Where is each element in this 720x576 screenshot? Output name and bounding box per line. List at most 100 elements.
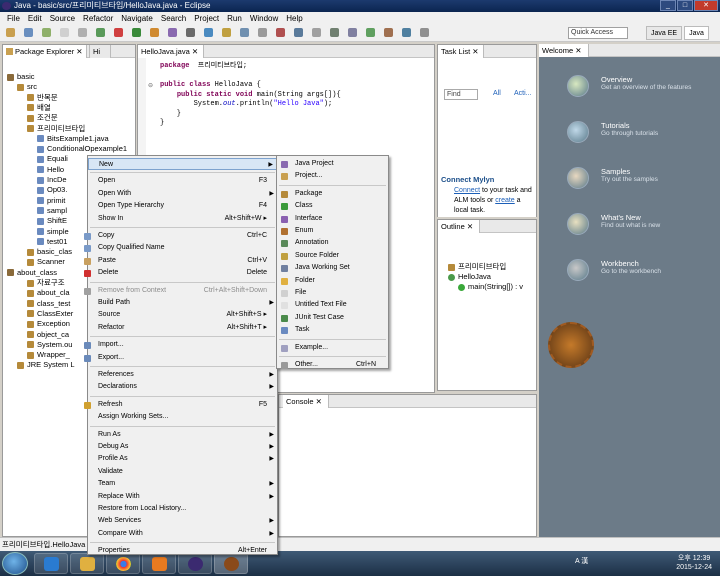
outline-tab[interactable]: Outline ✕ bbox=[438, 220, 480, 233]
sep-icon[interactable] bbox=[60, 28, 69, 37]
new-item-untitled-text-file[interactable]: Untitled Text File bbox=[277, 299, 388, 311]
minimize-button[interactable]: _ bbox=[660, 0, 676, 11]
ctx-item-new[interactable]: New ▶ bbox=[88, 158, 277, 170]
editor-tab-hellojava[interactable]: HelloJava.java ✕ bbox=[138, 45, 204, 58]
misc-icon[interactable] bbox=[420, 28, 429, 37]
next-icon[interactable] bbox=[348, 28, 357, 37]
ctx-item-restore-from-local-history[interactable]: Restore from Local History... bbox=[88, 503, 277, 515]
fold-icon[interactable]: ⊖ bbox=[148, 82, 153, 89]
open-type-icon[interactable] bbox=[204, 28, 213, 37]
new-item-junit-test-case[interactable]: JUnit Test Case bbox=[277, 312, 388, 324]
menu-source[interactable]: Source bbox=[46, 14, 79, 23]
ctx-item-copy-qualified-name[interactable]: Copy Qualified Name bbox=[84, 242, 277, 254]
ctx-item-replace-with[interactable]: Replace With ▶ bbox=[88, 491, 277, 503]
menu-search[interactable]: Search bbox=[157, 14, 190, 23]
task-filter-all-link[interactable]: All bbox=[493, 90, 501, 97]
search-icon[interactable] bbox=[222, 28, 231, 37]
ctx-item-profile-as[interactable]: Profile As ▶ bbox=[88, 453, 277, 465]
new-item-interface[interactable]: Interface bbox=[277, 213, 388, 225]
tree-item[interactable]: about_class bbox=[7, 268, 57, 278]
menu-file[interactable]: File bbox=[3, 14, 24, 23]
run-icon[interactable] bbox=[96, 28, 105, 37]
tree-item[interactable]: simple bbox=[37, 227, 69, 237]
tree-item[interactable]: test01 bbox=[37, 237, 67, 247]
save-icon[interactable] bbox=[24, 28, 33, 37]
tree-item[interactable]: ShiftE bbox=[37, 216, 67, 226]
new-server-icon[interactable] bbox=[150, 28, 159, 37]
console-tab[interactable]: Console ✕ bbox=[283, 395, 329, 408]
new-item-java-project[interactable]: Java Project bbox=[277, 158, 388, 170]
tree-item[interactable]: System.ou bbox=[27, 340, 72, 350]
close-button[interactable]: ✕ bbox=[694, 0, 718, 11]
perspective-java-button[interactable]: Java bbox=[684, 26, 709, 40]
new-item-java-working-set[interactable]: Java Working Set bbox=[277, 262, 388, 274]
new-item-project[interactable]: Project... bbox=[277, 170, 388, 182]
tree-item[interactable]: Wrapper_ bbox=[27, 350, 70, 360]
ctx-item-assign-working-sets[interactable]: Assign Working Sets... bbox=[88, 411, 277, 423]
ctx-item-declarations[interactable]: Declarations ▶ bbox=[88, 381, 277, 393]
ctx-item-refresh[interactable]: Refresh F5 bbox=[84, 399, 277, 411]
tree-item[interactable]: 자료구조 bbox=[27, 278, 65, 288]
ctx-item-open[interactable]: Open F3 bbox=[88, 175, 277, 187]
ctx-item-team[interactable]: Team ▶ bbox=[88, 478, 277, 490]
ctx-item-open-type-hierarchy[interactable]: Open Type Hierarchy F4 bbox=[88, 200, 277, 212]
mylyn-create-link[interactable]: create bbox=[495, 197, 514, 204]
quick-access-input[interactable]: Quick Access bbox=[568, 27, 628, 39]
tree-item[interactable]: sampl bbox=[37, 206, 67, 216]
new-item-file[interactable]: File bbox=[277, 287, 388, 299]
ctx-item-compare-with[interactable]: Compare With ▶ bbox=[88, 528, 277, 540]
tree-item[interactable]: JRE System L bbox=[17, 360, 75, 370]
tree-item[interactable]: Hello bbox=[37, 165, 64, 175]
package-explorer-tab[interactable]: Package Explorer ✕ bbox=[3, 45, 87, 58]
menu-navigate[interactable]: Navigate bbox=[117, 14, 157, 23]
perspective-java-ee-button[interactable]: Java EE bbox=[646, 26, 683, 40]
annotation-nav-icon[interactable] bbox=[276, 28, 285, 37]
ctx-item-debug-as[interactable]: Debug As ▶ bbox=[88, 441, 277, 453]
ctx-item-references[interactable]: References ▶ bbox=[88, 369, 277, 381]
tree-item[interactable]: ConditionalOpexample1 bbox=[37, 144, 127, 154]
outline-package[interactable]: 프리미티브타입 bbox=[448, 262, 506, 272]
ctx-item-build-path[interactable]: Build Path ▶ bbox=[88, 297, 277, 309]
ctx-item-run-as[interactable]: Run As ▶ bbox=[88, 429, 277, 441]
new-item-folder[interactable]: Folder bbox=[277, 275, 388, 287]
tree-item[interactable]: Equali bbox=[37, 154, 68, 164]
ctx-item-delete[interactable]: Delete Delete bbox=[84, 267, 277, 279]
new-item-annotation[interactable]: Annotation bbox=[277, 237, 388, 249]
ctx-item-copy[interactable]: Copy Ctrl+C bbox=[84, 230, 277, 242]
tree-item[interactable]: object_ca bbox=[27, 330, 69, 340]
outline-method[interactable]: main(String[]) : v bbox=[458, 282, 523, 292]
tree-item[interactable]: primit bbox=[37, 196, 65, 206]
task-find-input[interactable]: Find bbox=[444, 89, 478, 100]
start-button[interactable] bbox=[2, 552, 28, 575]
new-class-icon[interactable] bbox=[186, 28, 195, 37]
forward-icon[interactable] bbox=[258, 28, 267, 37]
menu-help[interactable]: Help bbox=[282, 14, 306, 23]
new-item-example[interactable]: Example... bbox=[277, 342, 388, 354]
tree-item[interactable]: about_cla bbox=[27, 288, 70, 298]
task-list-tab[interactable]: Task List ✕ bbox=[438, 45, 484, 58]
ctx-item-source[interactable]: Source Alt+Shift+S ▸ bbox=[88, 309, 277, 321]
run-stop-icon[interactable] bbox=[114, 28, 123, 37]
tree-item[interactable]: basic_clas bbox=[27, 247, 72, 257]
ime-indicator[interactable]: A 漢 bbox=[575, 556, 588, 566]
ctx-item-paste[interactable]: Paste Ctrl+V bbox=[84, 255, 277, 267]
last-edit-icon[interactable] bbox=[330, 28, 339, 37]
tree-item[interactable]: basic bbox=[7, 72, 35, 82]
new-item-task[interactable]: Task bbox=[277, 324, 388, 336]
clock[interactable]: 오후 12:39 2015-12-24 bbox=[676, 554, 712, 572]
menu-window[interactable]: Window bbox=[246, 14, 282, 23]
tree-item[interactable]: Scanner bbox=[27, 257, 65, 267]
new-item-class[interactable]: Class bbox=[277, 200, 388, 212]
tree-item[interactable]: Exception bbox=[27, 319, 70, 329]
menu-refactor[interactable]: Refactor bbox=[79, 14, 117, 23]
print-icon[interactable] bbox=[42, 28, 51, 37]
menu-project[interactable]: Project bbox=[190, 14, 223, 23]
tree-item[interactable]: 조건문 bbox=[27, 113, 58, 123]
ctx-item-show-in[interactable]: Show In Alt+Shift+W ▸ bbox=[88, 213, 277, 225]
pin-icon[interactable] bbox=[294, 28, 303, 37]
external-tools-icon[interactable] bbox=[132, 28, 141, 37]
new-package-icon[interactable] bbox=[168, 28, 177, 37]
ctx-item-import[interactable]: Import... bbox=[84, 339, 277, 351]
ctx-item-properties[interactable]: Properties Alt+Enter bbox=[88, 545, 277, 557]
task-filter-activate-link[interactable]: Acti... bbox=[514, 90, 532, 97]
